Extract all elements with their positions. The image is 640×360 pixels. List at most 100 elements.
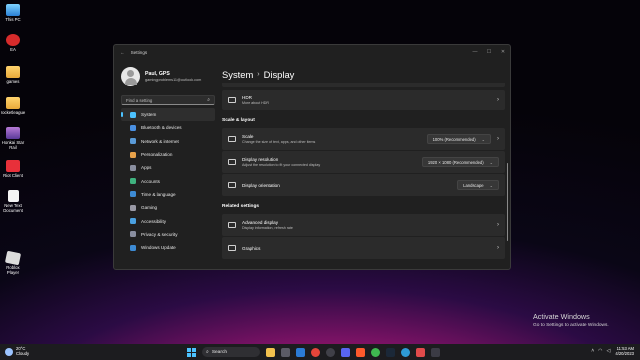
sidebar-item-time-language[interactable]: Time & language [121,188,215,201]
scale-card[interactable]: Scale Change the size of text, apps, and… [222,128,505,150]
sidebar-item-apps[interactable]: Apps [121,161,215,174]
chevron-right-icon: › [257,70,260,78]
desktop-icon-ea[interactable]: EA [0,34,26,52]
sidebar: Paul, GPS gamingproblems11@outlook.com F… [114,59,219,269]
hdr-title: HDR [242,95,252,100]
sidebar-item-system[interactable]: System [121,108,215,122]
settings-list: HDR More about HDR › Scale & layout Scal… [222,83,505,259]
scale-layout-heading: Scale & layout [222,118,255,123]
search-input[interactable]: Find a setting ⌕ [121,95,215,105]
resolution-dropdown[interactable]: 1920 × 1080 (Recommended) ⌄ [421,157,499,167]
breadcrumb-parent[interactable]: System [222,69,253,80]
profile-card[interactable]: Paul, GPS gamingproblems11@outlook.com [121,67,215,86]
pc-icon [6,4,20,16]
maximize-button[interactable]: ☐ [482,49,496,55]
graphics-title: Graphics [242,245,261,251]
sidebar-item-privacy[interactable]: Privacy & security [121,228,215,241]
hdr-card[interactable]: HDR More about HDR › [222,90,505,110]
discord-icon[interactable] [341,347,350,357]
edge-icon[interactable] [401,347,410,357]
resolution-title: Display resolution [242,157,279,162]
date-text: 4/20/2023 [615,351,634,356]
obs-icon[interactable] [326,347,335,357]
chrome-2-icon[interactable] [371,347,380,357]
steam-icon[interactable] [386,347,395,357]
orientation-dropdown[interactable]: Landscape ⌄ [457,180,499,190]
taskbar-search[interactable]: ⌕ Search [202,347,260,357]
chevron-down-icon: ⌄ [489,159,493,165]
weather-widget[interactable]: 20°C Cloudy [5,347,29,356]
scale-dropdown[interactable]: 100% (Recommended) ⌄ [426,134,491,144]
apps-icon [130,164,136,171]
scale-icon [228,136,236,142]
folder-icon [6,97,20,109]
desktop-icon-games[interactable]: games [0,66,26,84]
file-explorer-icon[interactable] [266,347,275,357]
title-bar[interactable]: ← Settings — ☐ ✕ [114,45,510,59]
terminal-icon[interactable] [431,347,440,357]
sidebar-item-bluetooth[interactable]: Bluetooth & devices [121,121,215,134]
chrome-icon[interactable] [311,347,320,357]
wifi-icon[interactable]: ◠ [598,348,602,354]
desktop-icon-this-pc[interactable]: This PC [0,4,26,22]
bluetooth-icon [130,124,136,131]
volume-icon[interactable]: ◁ [607,348,611,354]
settings-window: ← Settings — ☐ ✕ Paul, GPS gamingproblem… [113,44,511,270]
scale-title: Scale [242,134,254,139]
sidebar-item-network[interactable]: Network & internet [121,135,215,148]
back-arrow-icon[interactable]: ← [120,50,125,55]
sidebar-item-gaming[interactable]: Gaming [121,201,215,214]
globe-icon [130,191,136,198]
orientation-icon [228,182,236,188]
orientation-card: Display orientation Landscape ⌄ [222,174,505,196]
game-app-icon[interactable] [281,347,290,357]
advanced-display-title: Advanced display [242,220,279,225]
window-controls: — ☐ ✕ [468,49,510,55]
ea-icon [6,34,20,46]
sidebar-item-accounts[interactable]: Accounts [121,174,215,187]
scale-subtitle: Change the size of text, apps, and other… [242,140,316,144]
sidebar-item-windows-update[interactable]: Windows Update [121,241,215,254]
update-icon [130,244,136,251]
search-icon: ⌕ [207,97,210,103]
chevron-right-icon: › [497,245,499,251]
close-button[interactable]: ✕ [496,49,510,55]
orientation-title: Display orientation [242,182,280,188]
graphics-card[interactable]: Graphics › [222,237,505,259]
windows-start-icon[interactable] [187,347,196,357]
sidebar-item-personalization[interactable]: Personalization [121,148,215,161]
chevron-up-icon[interactable]: ˄ [591,348,594,354]
scrollbar[interactable] [506,163,508,241]
resolution-icon [228,159,236,165]
capture-app-icon[interactable] [416,347,425,357]
media-app-icon[interactable] [296,347,305,357]
desktop-icon-honkai[interactable]: Honkai Star Rail [0,127,26,150]
person-icon [130,178,136,185]
hdr-link[interactable]: More about HDR [242,101,269,105]
sidebar-item-accessibility[interactable]: Accessibility [121,214,215,227]
weather-condition: Cloudy [16,351,30,356]
chevron-down-icon: ⌄ [481,136,485,142]
clipped-card [222,83,505,87]
window-title: Settings [130,49,148,55]
brave-icon[interactable] [356,347,365,357]
activation-watermark: Activate Windows Go to Settings to activ… [533,312,609,328]
desktop-icon-text-document[interactable]: New Text Document [0,190,26,213]
chevron-right-icon: › [497,136,499,142]
desktop-icon-riot[interactable]: Riot Client [0,160,26,178]
resolution-subtitle: Adjust the resolution to fit your connec… [242,163,321,167]
related-settings-heading: Related settings [222,204,260,209]
hdr-icon [228,97,236,103]
desktop-icon-rocketleague[interactable]: rocketleague [0,97,26,115]
resolution-card: Display resolution Adjust the resolution… [222,151,505,173]
advanced-display-card[interactable]: Advanced display Display information, re… [222,214,505,236]
chevron-right-icon: › [497,97,499,103]
desktop-icon-roblox[interactable]: Roblox Player [0,250,26,275]
page-title: Display [263,68,295,80]
clock[interactable]: 11:53 AM 4/20/2023 [615,346,634,356]
taskbar-center: ⌕ Search [187,347,446,357]
network-icon [130,138,136,145]
minimize-button[interactable]: — [468,49,482,55]
shield-icon [130,231,136,238]
chevron-right-icon: › [497,222,499,228]
